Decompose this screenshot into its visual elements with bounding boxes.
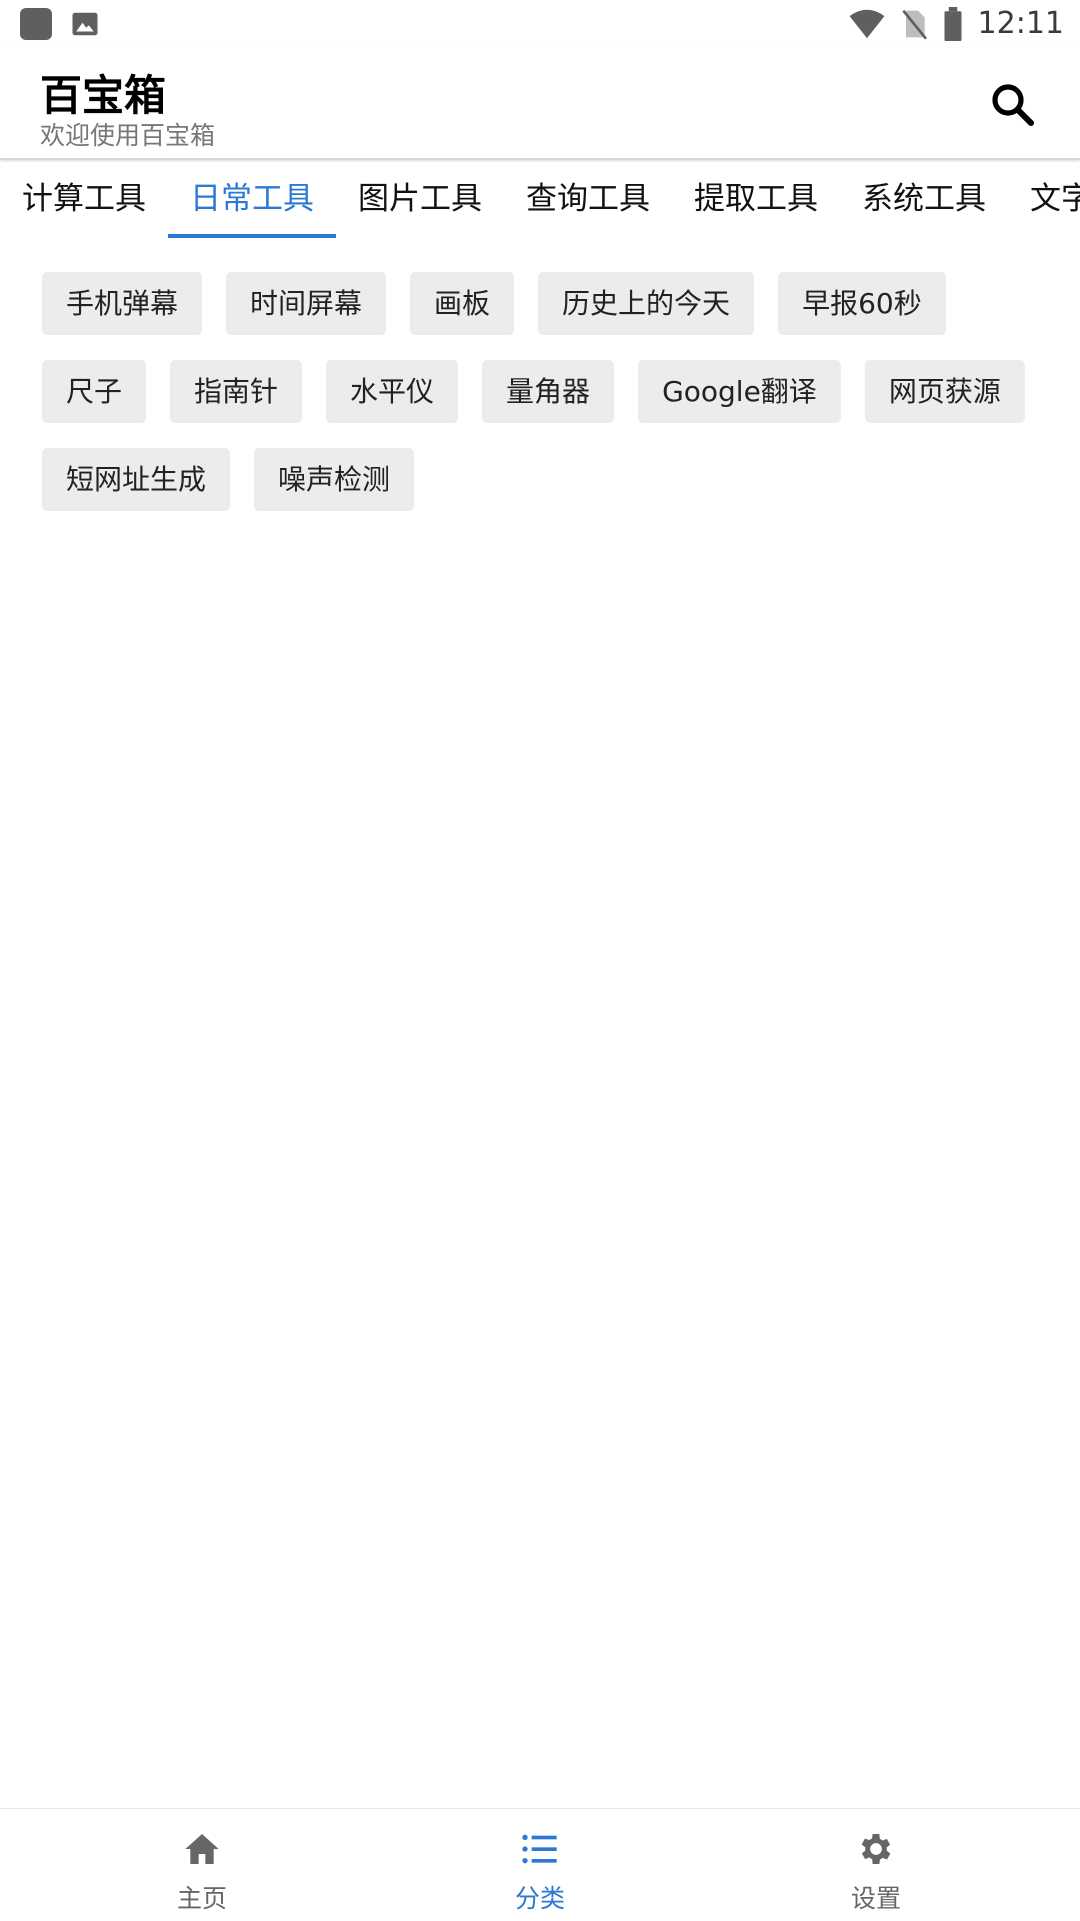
- nav-home-label: 主页: [176, 1884, 227, 1913]
- chip-time-screen[interactable]: 时间屏幕: [226, 272, 387, 335]
- tab-query-tools[interactable]: 查询工具: [504, 162, 672, 238]
- tab-system-tools[interactable]: 系统工具: [840, 162, 1008, 238]
- search-button[interactable]: [984, 76, 1040, 132]
- tab-text-tools[interactable]: 文字: [1030, 162, 1080, 238]
- battery-icon: [944, 6, 962, 41]
- active-tab-indicator: [168, 234, 336, 238]
- tab-daily-tools[interactable]: 日常工具: [168, 162, 336, 238]
- chip-protractor[interactable]: 量角器: [482, 360, 615, 423]
- nav-settings-label: 设置: [850, 1884, 901, 1913]
- gear-icon: [861, 1834, 891, 1864]
- bottom-navigation: 主页 分类 设置: [0, 1808, 1080, 1921]
- nav-home[interactable]: 主页: [142, 1809, 262, 1921]
- nav-category-label: 分类: [514, 1884, 565, 1913]
- app-icon: [20, 8, 52, 40]
- category-tabs: 计算工具 日常工具 图片工具 查询工具 提取工具 系统工具 文字: [0, 162, 1080, 238]
- status-time: 12:11: [977, 6, 1064, 41]
- search-icon: [992, 84, 1034, 126]
- chip-drawing-board[interactable]: 画板: [410, 272, 515, 335]
- chip-phone-danmaku[interactable]: 手机弹幕: [42, 272, 203, 335]
- image-icon: [72, 12, 98, 36]
- chip-noise-detection[interactable]: 噪声检测: [254, 448, 415, 511]
- chip-level[interactable]: 水平仪: [326, 360, 459, 423]
- status-left: [20, 8, 100, 40]
- chip-compass[interactable]: 指南针: [170, 360, 303, 423]
- tab-image-tools[interactable]: 图片工具: [336, 162, 504, 238]
- app-subtitle: 欢迎使用百宝箱: [40, 121, 216, 150]
- app-title: 百宝箱: [40, 71, 167, 120]
- tab-extract-tools[interactable]: 提取工具: [672, 162, 840, 238]
- tool-chip-list: 手机弹幕 时间屏幕 画板 历史上的今天 早报60秒 尺子 指南针 水平仪 量角器…: [42, 272, 1052, 511]
- status-right: 12:11: [848, 6, 1064, 41]
- chip-short-url[interactable]: 短网址生成: [42, 448, 231, 511]
- chip-webpage-source[interactable]: 网页获源: [864, 360, 1025, 423]
- wifi-icon: [849, 9, 884, 38]
- no-sim-icon: [901, 9, 927, 40]
- chip-google-translate[interactable]: Google翻译: [638, 360, 841, 423]
- nav-category[interactable]: 分类: [480, 1809, 600, 1921]
- status-bar: 12:11: [0, 0, 1080, 48]
- tab-calculation-tools[interactable]: 计算工具: [0, 162, 168, 238]
- list-icon: [522, 1834, 557, 1864]
- nav-settings[interactable]: 设置: [816, 1809, 936, 1921]
- chip-today-in-history[interactable]: 历史上的今天: [538, 272, 755, 335]
- app-header: 百宝箱 欢迎使用百宝箱: [0, 48, 1080, 160]
- chip-morning-news-60s[interactable]: 早报60秒: [778, 272, 946, 335]
- home-icon: [185, 1834, 219, 1864]
- chip-ruler[interactable]: 尺子: [42, 360, 147, 423]
